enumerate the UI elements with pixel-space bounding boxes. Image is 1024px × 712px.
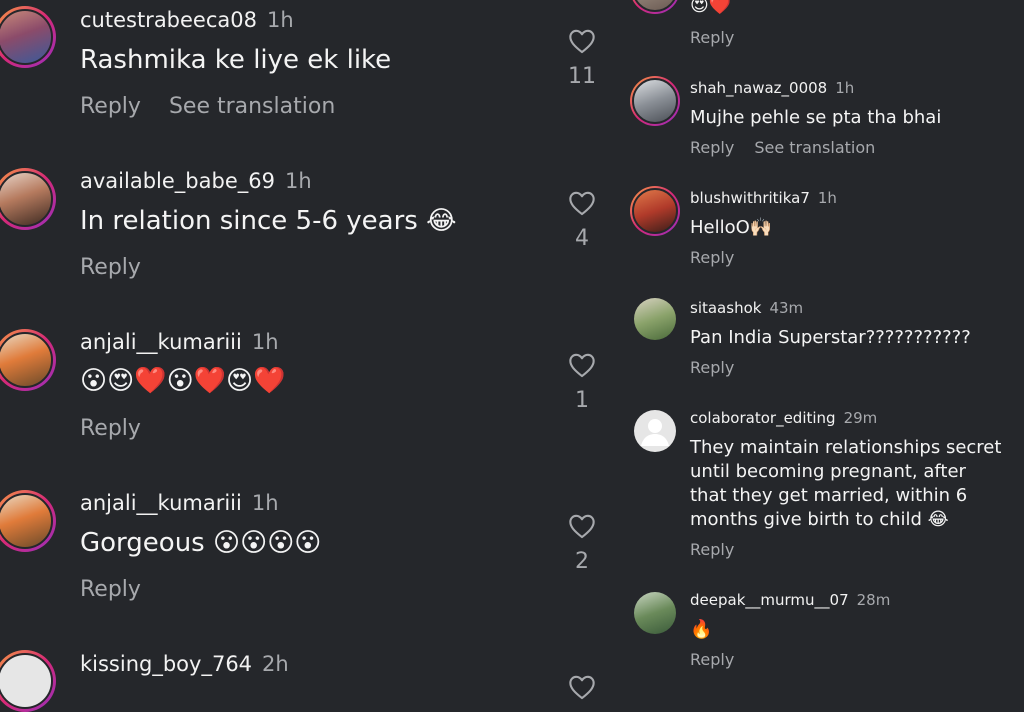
comment-timestamp: 1h <box>251 491 279 515</box>
comment-username[interactable]: deepak__murmu__07 28m <box>690 591 890 609</box>
like-count: 4 <box>575 226 589 251</box>
avatar[interactable] <box>634 410 676 452</box>
username-text[interactable]: available_babe_69 <box>80 169 275 193</box>
comment-actions: Reply <box>80 255 169 280</box>
avatar[interactable] <box>0 329 56 391</box>
comment-text: Rashmika ke liye ek like <box>80 45 392 75</box>
reply-button[interactable]: Reply <box>80 416 141 441</box>
comment-actions: Reply <box>690 248 754 267</box>
default-user-avatar-icon <box>634 410 676 452</box>
username-text[interactable]: colaborator_editing <box>690 409 836 427</box>
avatar[interactable] <box>630 0 680 14</box>
reply-button[interactable]: Reply <box>690 358 734 377</box>
like-control: 4 <box>560 190 604 251</box>
reply-button[interactable]: Reply <box>690 28 734 47</box>
like-control: 1 <box>560 352 604 413</box>
reply-button[interactable]: Reply <box>690 650 734 669</box>
comment-timestamp: 1h <box>267 8 294 32</box>
comment-timestamp: 1h <box>835 79 855 97</box>
reply-button[interactable]: Reply <box>690 540 734 559</box>
comment-actions: Reply See translation <box>690 138 895 157</box>
comment-username[interactable]: anjali__kumariii 1h <box>80 491 279 515</box>
comment-timestamp: 2h <box>262 652 289 676</box>
reply-button[interactable]: Reply <box>80 577 141 602</box>
like-count: 2 <box>575 549 589 574</box>
avatar[interactable] <box>0 6 56 68</box>
comment-timestamp: 1h <box>817 189 837 207</box>
username-text[interactable]: shah_nawaz_0008 <box>690 79 827 97</box>
avatar[interactable] <box>630 186 680 236</box>
comment-text: They maintain relationships secret until… <box>690 437 1002 530</box>
avatar[interactable] <box>0 650 56 712</box>
comment-actions: Reply See translation <box>80 94 363 119</box>
comment-text: 🔥 <box>690 619 713 640</box>
comment-actions: Reply <box>690 358 754 377</box>
comment-username[interactable]: cutestrabeeca08 1h <box>80 8 294 32</box>
see-translation-button[interactable]: See translation <box>169 94 335 119</box>
username-text[interactable]: kissing_boy_764 <box>80 652 252 676</box>
heart-outline-icon[interactable] <box>568 190 596 216</box>
comment-timestamp: 29m <box>843 409 878 427</box>
like-count: 11 <box>568 64 596 89</box>
like-control: 11 <box>560 28 604 89</box>
comment-text: Mujhe pehle se pta tha bhai <box>690 107 942 128</box>
comment-actions: Reply <box>690 28 754 47</box>
reply-button[interactable]: Reply <box>690 248 734 267</box>
avatar[interactable] <box>634 298 676 340</box>
comment-actions: Reply <box>690 650 754 669</box>
comment-actions: Reply <box>80 577 169 602</box>
comment-text: 😮😍❤️😮❤️😍❤️ <box>80 366 286 396</box>
username-text[interactable]: blushwithritika7 <box>690 189 810 207</box>
comment-actions: Reply <box>690 540 754 559</box>
like-count: 1 <box>575 388 589 413</box>
comment-text: Gorgeous 😮😮😮😮 <box>80 528 322 558</box>
comment-username[interactable]: shah_nawaz_0008 1h <box>690 79 854 97</box>
comment-actions: Reply <box>80 416 169 441</box>
comment-timestamp: 28m <box>856 591 891 609</box>
comment-username[interactable]: blushwithritika7 1h <box>690 189 837 207</box>
username-text[interactable]: deepak__murmu__07 <box>690 591 849 609</box>
heart-outline-icon[interactable] <box>568 674 596 700</box>
comment-text: In relation since 5-6 years 😂 <box>80 206 457 236</box>
heart-outline-icon[interactable] <box>568 352 596 378</box>
comment-username[interactable]: colaborator_editing 29m <box>690 409 877 427</box>
comment-username[interactable]: anjali__kumariii 1h <box>80 330 279 354</box>
see-translation-button[interactable]: See translation <box>754 138 875 157</box>
like-control <box>560 674 604 700</box>
avatar[interactable] <box>0 490 56 552</box>
comment-username[interactable]: kissing_boy_764 2h <box>80 652 289 676</box>
username-text[interactable]: cutestrabeeca08 <box>80 8 257 32</box>
comment-timestamp: 1h <box>284 169 312 193</box>
comment-text: Pan India Superstar??????????? <box>690 327 971 348</box>
comment-text: HelloO🙌🏻 <box>690 217 773 238</box>
username-text[interactable]: anjali__kumariii <box>80 491 242 515</box>
avatar[interactable] <box>0 168 56 230</box>
heart-outline-icon[interactable] <box>568 28 596 54</box>
reply-button[interactable]: Reply <box>690 138 734 157</box>
reply-button[interactable]: Reply <box>80 255 141 280</box>
comment-timestamp: 1h <box>251 330 279 354</box>
reply-button[interactable]: Reply <box>80 94 141 119</box>
like-control: 2 <box>560 513 604 574</box>
heart-outline-icon[interactable] <box>568 513 596 539</box>
comment-username[interactable]: available_babe_69 1h <box>80 169 312 193</box>
comment-text: 😍❤️ <box>690 0 732 16</box>
username-text[interactable]: anjali__kumariii <box>80 330 242 354</box>
comment-timestamp: 43m <box>769 299 804 317</box>
username-text[interactable]: sitaashok <box>690 299 761 317</box>
avatar[interactable] <box>630 76 680 126</box>
avatar[interactable] <box>634 592 676 634</box>
comment-username[interactable]: sitaashok 43m <box>690 299 803 317</box>
